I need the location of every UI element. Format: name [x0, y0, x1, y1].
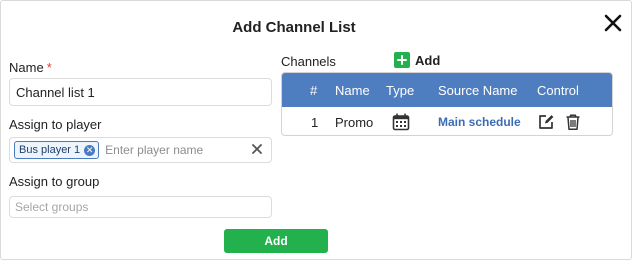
plus-icon	[394, 52, 410, 68]
column-header-number: #	[310, 82, 318, 98]
add-button[interactable]: Add	[224, 229, 328, 253]
column-header-control: Control	[537, 82, 579, 98]
row-name: Promo	[335, 114, 374, 130]
edit-icon[interactable]	[537, 113, 555, 131]
player-field[interactable]: Bus player 1 ✕	[9, 137, 272, 163]
dialog-title: Add Channel List	[232, 19, 356, 36]
required-mark: *	[46, 60, 52, 75]
clear-players-icon[interactable]	[251, 143, 263, 158]
column-header-name: Name	[335, 82, 370, 98]
group-select[interactable]: Select groups	[9, 196, 272, 218]
name-input[interactable]: Channel list 1	[9, 78, 272, 106]
column-header-type: Type	[386, 82, 415, 98]
row-source-link[interactable]: Main schedule	[438, 107, 521, 135]
player-tag-label: Bus player 1	[19, 144, 81, 156]
group-placeholder: Select groups	[15, 200, 89, 214]
row-number: 1	[311, 114, 319, 130]
remove-tag-icon[interactable]: ✕	[84, 144, 96, 156]
channels-label: Channels	[281, 54, 336, 69]
source-name[interactable]: Main schedule	[438, 115, 521, 129]
player-search-input[interactable]	[105, 143, 246, 157]
calendar-icon	[392, 107, 410, 135]
close-icon[interactable]	[601, 11, 625, 35]
table-header: # Name Type Source Name Control	[282, 73, 612, 107]
column-header-source-name: Source Name	[438, 82, 518, 98]
group-label: Assign to group	[9, 174, 100, 189]
trash-icon[interactable]	[564, 113, 582, 131]
player-label: Assign to player	[9, 117, 102, 132]
name-label-text: Name	[9, 60, 44, 75]
table-row: 1 Promo Main schedule	[282, 107, 612, 135]
row-controls	[537, 107, 582, 135]
name-label: Name *	[9, 60, 52, 75]
add-channel-label: Add	[415, 52, 441, 68]
channels-table: # Name Type Source Name Control 1 Promo	[281, 72, 613, 136]
add-channel-button[interactable]: Add	[394, 52, 440, 68]
add-channel-list-dialog: Add Channel List Name * Channel list 1 As…	[0, 0, 632, 260]
player-tag: Bus player 1 ✕	[14, 141, 100, 159]
